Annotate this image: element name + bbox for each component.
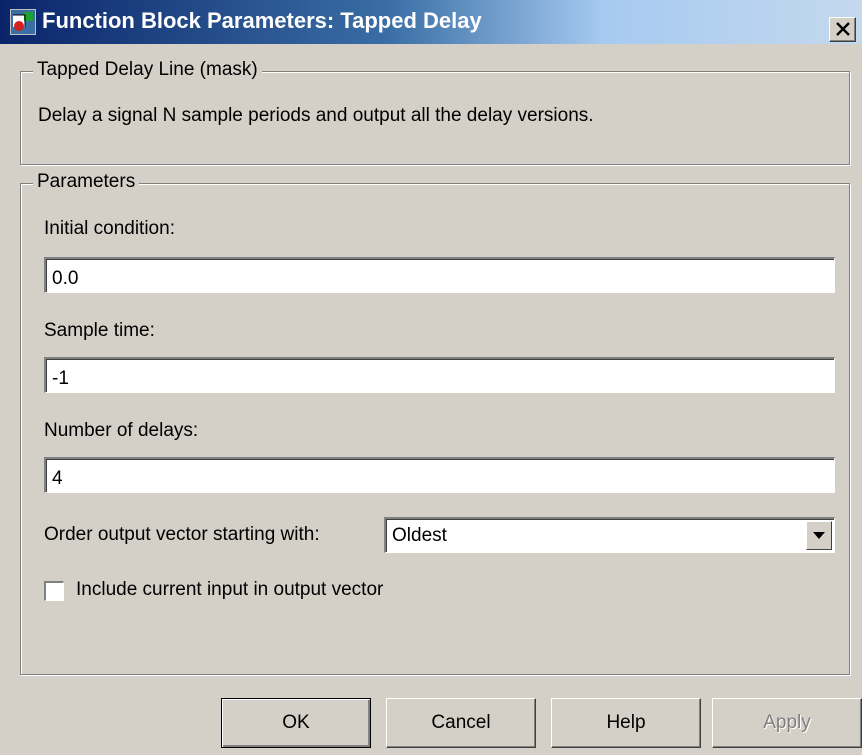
help-button[interactable]: Help — [551, 698, 701, 748]
ok-button[interactable]: OK — [221, 698, 371, 748]
close-button[interactable] — [829, 17, 856, 42]
chevron-down-icon — [813, 532, 825, 539]
initial-condition-input[interactable] — [44, 257, 835, 293]
include-current-checkbox[interactable] — [44, 581, 64, 601]
dialog-window: Function Block Parameters: Tapped Delay … — [0, 0, 862, 755]
sample-time-input[interactable] — [44, 357, 835, 393]
window-title: Function Block Parameters: Tapped Delay — [42, 8, 482, 33]
parameters-group-legend: Parameters — [33, 171, 140, 193]
cancel-button[interactable]: Cancel — [386, 698, 536, 748]
sample-time-label: Sample time: — [44, 320, 155, 341]
mask-description: Delay a signal N sample periods and outp… — [38, 105, 594, 126]
order-output-select[interactable]: Oldest — [384, 517, 835, 553]
apply-button[interactable]: Apply — [712, 698, 862, 748]
initial-condition-label: Initial condition: — [44, 218, 175, 239]
order-output-label: Order output vector starting with: — [44, 524, 320, 545]
simulink-block-icon[interactable] — [10, 9, 36, 35]
order-output-selected-value: Oldest — [392, 525, 447, 546]
mask-group-legend: Tapped Delay Line (mask) — [33, 59, 262, 81]
title-bar[interactable]: Function Block Parameters: Tapped Delay — [0, 0, 862, 44]
dropdown-button[interactable] — [806, 521, 832, 550]
include-current-label[interactable]: Include current input in output vector — [76, 579, 383, 601]
number-of-delays-label: Number of delays: — [44, 420, 199, 441]
number-of-delays-input[interactable] — [44, 457, 835, 493]
close-icon — [836, 22, 850, 36]
